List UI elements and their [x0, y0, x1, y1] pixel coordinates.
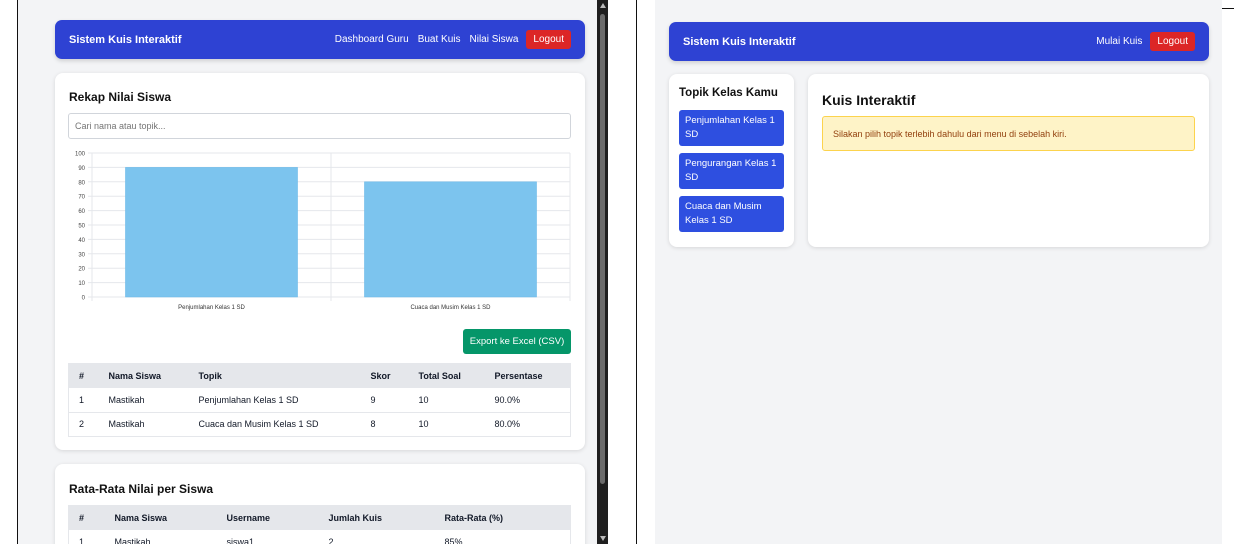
rekap-table: # Nama Siswa Topik Skor Total Soal Perse… — [68, 363, 571, 437]
rekap-title: Rekap Nilai Siswa — [69, 90, 172, 104]
col-header: Skor — [360, 363, 409, 388]
cell: 9 — [360, 388, 409, 413]
rata-rata-title: Rata-Rata Nilai per Siswa — [69, 482, 214, 496]
col-header: Nama Siswa — [98, 363, 189, 388]
table-header-row: # Nama Siswa Username Jumlah Kuis Rata-R… — [68, 505, 571, 530]
y-tick-label: 60 — [78, 209, 85, 215]
cell: Penjumlahan Kelas 1 SD — [188, 388, 361, 413]
cell: 8 — [360, 412, 409, 437]
y-tick-label: 30 — [78, 252, 85, 258]
table-header-row: # Nama Siswa Topik Skor Total Soal Perse… — [68, 363, 571, 388]
rata-rata-table: # Nama Siswa Username Jumlah Kuis Rata-R… — [68, 505, 571, 544]
col-header: Persentase — [484, 363, 571, 388]
cell: 2 — [68, 412, 99, 437]
cell: 10 — [408, 412, 485, 437]
cell: Mastikah — [98, 412, 189, 437]
col-header: Total Soal — [408, 363, 485, 388]
cell: siswa1 — [216, 530, 319, 544]
y-tick-label: 50 — [78, 224, 85, 230]
cell: 2 — [318, 530, 435, 544]
student-window: Sistem Kuis Interaktif Mulai Kuis Logout… — [655, 0, 1222, 544]
table-row: 2 Mastikah Cuaca dan Musim Kelas 1 SD 8 … — [68, 412, 571, 437]
x-tick-label: Cuaca dan Musim Kelas 1 SD — [410, 305, 491, 311]
nav-buat-kuis[interactable]: Buat Kuis — [418, 34, 461, 45]
navbar: Sistem Kuis Interaktif Mulai Kuis Logout — [669, 22, 1209, 61]
rekap-card: Rekap Nilai Siswa 0102030405060708090100… — [55, 73, 585, 450]
scroll-up-icon[interactable] — [600, 3, 606, 8]
topic-button-penjumlahan[interactable]: Penjumlahan Kelas 1 SD — [679, 110, 784, 146]
topic-button-pengurangan[interactable]: Pengurangan Kelas 1 SD — [679, 153, 784, 189]
table-row: 1 Mastikah Penjumlahan Kelas 1 SD 9 10 9… — [68, 388, 571, 413]
rata-rata-card: Rata-Rata Nilai per Siswa # Nama Siswa U… — [55, 464, 585, 544]
vertical-scrollbar[interactable] — [597, 0, 608, 544]
export-csv-button[interactable]: Export ke Excel (CSV) — [463, 329, 571, 354]
cell: 80.0% — [484, 412, 571, 437]
teacher-window: Sistem Kuis Interaktif Dashboard Guru Bu… — [17, 0, 597, 544]
cell: Cuaca dan Musim Kelas 1 SD — [188, 412, 361, 437]
select-topic-alert: Silakan pilih topik terlebih dahulu dari… — [822, 116, 1195, 151]
col-header: Nama Siswa — [104, 505, 217, 530]
score-chart: 0 10 20 30 40 50 60 70 80 90 100 Penjumlahan Kelas … — [75, 152, 571, 311]
y-tick-label: 100 — [75, 152, 86, 158]
search-input[interactable] — [68, 113, 571, 139]
y-tick-label: 0 — [82, 296, 86, 302]
cell: 10 — [408, 388, 485, 413]
navbar: Sistem Kuis Interaktif Dashboard Guru Bu… — [55, 20, 585, 59]
y-tick-label: 90 — [78, 166, 85, 172]
cell: 1 — [68, 388, 99, 413]
table-row: 1 Mastikah siswa1 2 85% — [68, 530, 571, 544]
scroll-down-icon[interactable] — [600, 536, 606, 541]
topic-sidebar: Topik Kelas Kamu Penjumlahan Kelas 1 SD … — [669, 74, 794, 247]
col-header: Username — [216, 505, 319, 530]
y-tick-label: 40 — [78, 238, 85, 244]
topic-button-cuaca[interactable]: Cuaca dan Musim Kelas 1 SD — [679, 196, 784, 232]
bar — [125, 167, 298, 298]
cell: 1 — [68, 530, 105, 544]
col-header: # — [68, 363, 99, 388]
nav-mulai-kuis[interactable]: Mulai Kuis — [1096, 36, 1142, 47]
quiz-main-card: Kuis Interaktif Silakan pilih topik terl… — [808, 74, 1209, 247]
nav-nilai-siswa[interactable]: Nilai Siswa — [470, 34, 519, 45]
cell: 85% — [434, 530, 571, 544]
y-tick-label: 80 — [78, 180, 85, 186]
col-header: Rata-Rata (%) — [434, 505, 571, 530]
col-header: Topik — [188, 363, 361, 388]
cell: 90.0% — [484, 388, 571, 413]
quiz-title: Kuis Interaktif — [822, 92, 916, 108]
nav-dashboard-guru[interactable]: Dashboard Guru — [335, 34, 409, 45]
brand-title[interactable]: Sistem Kuis Interaktif — [69, 34, 326, 46]
x-tick-label: Penjumlahan Kelas 1 SD — [178, 305, 245, 311]
y-tick-label: 10 — [78, 281, 85, 287]
y-tick-label: 70 — [78, 195, 85, 201]
col-header: Jumlah Kuis — [318, 505, 435, 530]
panel-divider — [636, 0, 637, 544]
col-header: # — [68, 505, 105, 530]
sidebar-title: Topik Kelas Kamu — [679, 87, 778, 99]
y-tick-label: 20 — [78, 267, 85, 273]
logout-button[interactable]: Logout — [526, 30, 571, 49]
scroll-thumb[interactable] — [600, 14, 605, 484]
logout-button[interactable]: Logout — [1150, 32, 1195, 51]
brand-title[interactable]: Sistem Kuis Interaktif — [683, 36, 1087, 48]
bar — [364, 181, 537, 298]
cell: Mastikah — [104, 530, 217, 544]
cell: Mastikah — [98, 388, 189, 413]
